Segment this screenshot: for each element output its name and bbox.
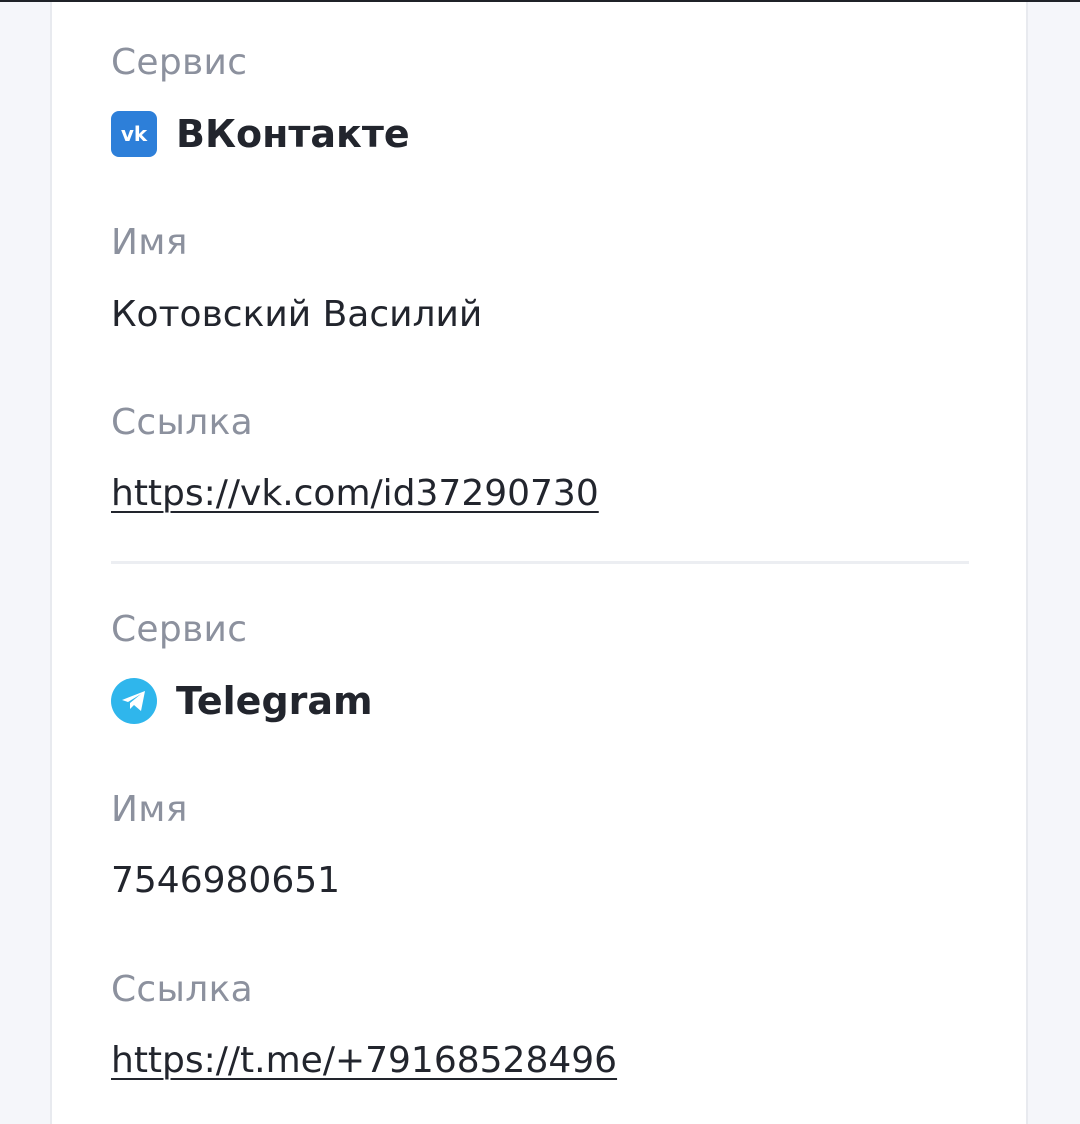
svg-text:vk: vk [121,124,148,144]
link-label: Ссылка [111,402,253,443]
link-label: Ссылка [111,969,253,1010]
name-label: Имя [111,789,188,830]
service-telegram: Telegram [111,676,373,726]
divider [111,561,969,564]
telegram-profile-link[interactable]: https://t.me/+79168528496 [111,1039,617,1083]
vk-profile-link[interactable]: https://vk.com/id37290730 [111,472,599,516]
service-vk: vk ВКонтакте [111,109,410,159]
vk-icon: vk [111,111,157,157]
service-name: ВКонтакте [176,112,410,156]
name-label: Имя [111,222,188,263]
service-label: Сервис [111,609,248,650]
telegram-icon [111,678,157,724]
service-name: Telegram [176,679,373,723]
name-value: 7546980651 [111,860,341,901]
service-label: Сервис [111,42,248,83]
name-value: Котовский Василий [111,294,483,335]
